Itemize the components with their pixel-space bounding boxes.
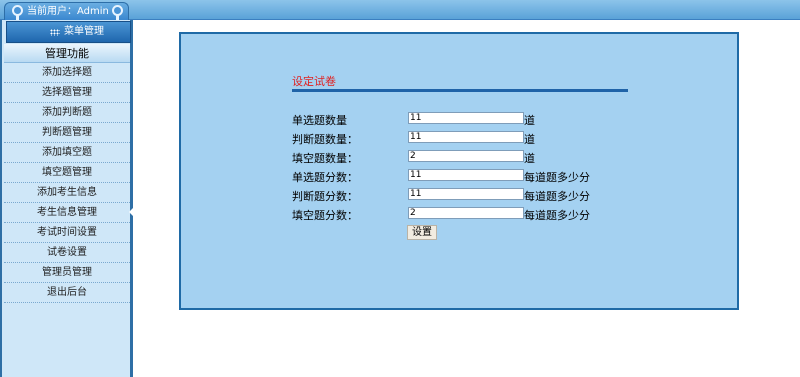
fill-count-unit: 道 — [524, 152, 535, 165]
sidebar-item-add-judge[interactable]: 添加判断题 — [4, 103, 130, 123]
single-count-label: 单选题数量 — [292, 114, 347, 127]
paper-settings-panel: 设定试卷 单选题数量 道 判断题数量： 道 填空题数量： 道 单选题分数： 每道… — [179, 32, 739, 310]
fill-count-label: 填空题数量： — [292, 152, 358, 165]
sidebar-item-add-choice[interactable]: 添加选择题 — [4, 63, 130, 83]
sidebar-item-logout[interactable]: 退出后台 — [4, 283, 130, 303]
sidebar-item-choice-manage[interactable]: 选择题管理 — [4, 83, 130, 103]
grid-icon — [50, 29, 60, 36]
form-row: 填空题分数： 每道题多少分 — [292, 207, 712, 222]
single-score-unit: 每道题多少分 — [524, 171, 590, 184]
current-user-box: 当前用户：Admin — [4, 2, 129, 21]
judge-count-input[interactable] — [408, 131, 524, 143]
single-count-unit: 道 — [524, 114, 535, 127]
sidebar-item-admin-manage[interactable]: 管理员管理 — [4, 263, 130, 283]
sidebar-menu: 添加选择题 选择题管理 添加判断题 判断题管理 添加填空题 填空题管理 添加考生… — [4, 63, 130, 303]
section-title: 管理功能 — [4, 44, 130, 63]
single-count-input[interactable] — [408, 112, 524, 124]
sidebar: 菜单管理 管理功能 添加选择题 选择题管理 添加判断题 判断题管理 添加填空题 … — [0, 20, 133, 377]
collapse-arrow-icon[interactable] — [129, 208, 133, 216]
top-bar: 当前用户：Admin — [0, 0, 800, 21]
sidebar-item-add-fill[interactable]: 添加填空题 — [4, 143, 130, 163]
form-row: 填空题数量： 道 — [292, 150, 712, 165]
sidebar-item-fill-manage[interactable]: 填空题管理 — [4, 163, 130, 183]
single-score-input[interactable] — [408, 169, 524, 181]
menu-title: 菜单管理 — [64, 26, 104, 37]
sidebar-item-judge-manage[interactable]: 判断题管理 — [4, 123, 130, 143]
menu-header: 菜单管理 — [6, 21, 131, 43]
submit-button[interactable]: 设置 — [407, 225, 437, 240]
form-row: 单选题分数： 每道题多少分 — [292, 169, 712, 184]
judge-count-unit: 道 — [524, 133, 535, 146]
judge-score-input[interactable] — [408, 188, 524, 200]
form-title: 设定试卷 — [292, 75, 336, 88]
sidebar-item-exam-time[interactable]: 考试时间设置 — [4, 223, 130, 243]
fill-score-input[interactable] — [408, 207, 524, 219]
fill-count-input[interactable] — [408, 150, 524, 162]
judge-score-unit: 每道题多少分 — [524, 190, 590, 203]
judge-count-label: 判断题数量： — [292, 133, 358, 146]
fill-score-label: 填空题分数： — [292, 209, 358, 222]
sidebar-item-add-student[interactable]: 添加考生信息 — [4, 183, 130, 203]
ring-icon — [12, 5, 23, 21]
current-user-label: 当前用户：Admin — [27, 6, 109, 17]
single-score-label: 单选题分数： — [292, 171, 358, 184]
ring-icon — [112, 5, 123, 21]
form-row: 判断题数量： 道 — [292, 131, 712, 146]
title-divider — [292, 89, 628, 92]
form-row: 判断题分数： 每道题多少分 — [292, 188, 712, 203]
sidebar-item-paper-settings[interactable]: 试卷设置 — [4, 243, 130, 263]
judge-score-label: 判断题分数： — [292, 190, 358, 203]
form-row: 单选题数量 道 — [292, 112, 712, 127]
sidebar-item-student-manage[interactable]: 考生信息管理 — [4, 203, 130, 223]
fill-score-unit: 每道题多少分 — [524, 209, 590, 222]
